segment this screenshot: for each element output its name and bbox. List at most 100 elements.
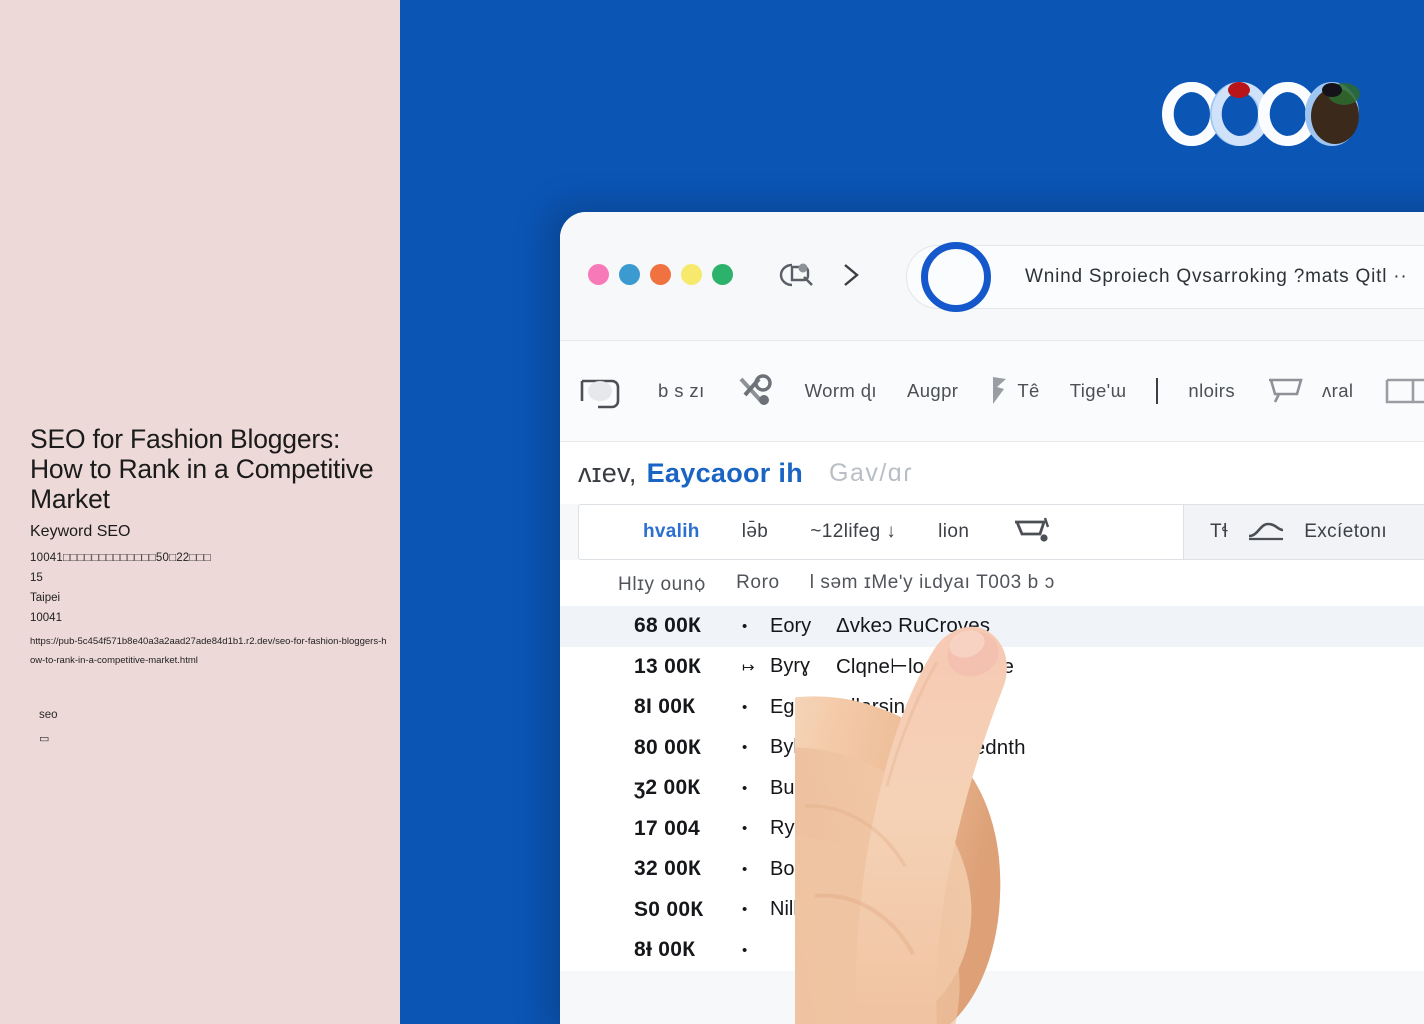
headline-suffix: Gav/ɑɾ xyxy=(829,458,914,487)
source-url[interactable]: https://pub-5c454f571b8e40a3a2aad27ade84… xyxy=(30,632,388,670)
column-header-1[interactable]: Roro xyxy=(736,572,780,594)
row-label: Cllarsinal LJeper xyxy=(836,695,991,719)
filter-tab-active[interactable]: hvalih xyxy=(643,521,700,543)
filter-tab-lion[interactable]: lion xyxy=(938,521,969,543)
trend-arrow-icon: • xyxy=(742,901,748,919)
browser-titlebar: Wnind Sproiech Qvsarroking ?mats Qitl ·· xyxy=(560,212,1424,341)
filter-right-text[interactable]: Excíetonı xyxy=(1304,521,1387,543)
table-row[interactable]: 13 00К ↦ Byrɣ Clqne⊢lo ptolynrke xyxy=(560,647,1424,688)
toolbar-item-nloirs[interactable]: nloirs xyxy=(1188,380,1235,402)
postal-code: 10041 xyxy=(30,612,62,624)
headline-prefix: ʌɪev, xyxy=(578,457,637,488)
filter-bar: hvalih lə̄b ~12lifeg ↓ lion Tɬ Excíetonı xyxy=(578,504,1424,560)
toolbar-item-panel[interactable] xyxy=(1383,374,1424,408)
scissors-icon xyxy=(735,373,775,409)
omnibox[interactable]: Wnind Sproiech Qvsarroking ?mats Qitl ·· xyxy=(906,242,1424,312)
address-line: 10041□□□□□□□□□□□□□50□22□□□ xyxy=(30,552,211,564)
column-header-0[interactable]: Hlɪy ounꟁ xyxy=(618,570,706,596)
table-row[interactable]: 68 00К • Eory Δvkeɔ RuCroves xyxy=(560,606,1424,647)
table-row[interactable]: 80 00К • Bylɣ Ponw□.Caurapednth xyxy=(560,728,1424,769)
panel-icon xyxy=(1383,374,1424,408)
toolbar-item-flag[interactable]: Tê xyxy=(988,374,1039,408)
toolbar-item-cart-label: ʌral xyxy=(1322,380,1354,401)
dot-pink-icon[interactable] xyxy=(588,264,609,285)
row-label: OhrepemsTurare xyxy=(836,897,993,921)
trend-arrow-icon: • xyxy=(742,820,748,838)
row-metric: 13 00К xyxy=(634,654,702,678)
column-header-2[interactable]: l səm ɪMeʹy iʟdyaı T003 b ɔ xyxy=(810,572,1055,594)
toolbar-item-cart[interactable]: ʌral xyxy=(1265,374,1353,408)
tag-label: seo xyxy=(39,709,58,721)
window-controls[interactable] xyxy=(588,264,733,285)
filter-right-label[interactable]: Tɬ xyxy=(1210,521,1228,543)
toolbar-item-flag-label: Tê xyxy=(1017,380,1040,401)
table-row[interactable]: ʒ2 00К • Bury Єhalfowigrosxn xyxy=(560,768,1424,809)
row-label: Ponw□.Caurapednth xyxy=(836,735,1026,759)
row-metric: 68 00К xyxy=(634,614,702,638)
page-title: SEO for Fashion Bloggers: How to Rank in… xyxy=(30,424,374,514)
table-row[interactable]: 17 004 • Rylɣ Ddlywo xyxy=(560,809,1424,850)
row-label: Δvkeɔ RuCroves xyxy=(836,614,991,638)
table-row[interactable]: 8Ɨ 00К • xyxy=(560,930,1424,971)
dot-yellow-icon[interactable] xyxy=(681,264,702,285)
row-label: Eowerave xyxy=(836,857,928,881)
trend-arrow-icon: • xyxy=(742,698,748,716)
trend-arrow-icon: • xyxy=(742,779,748,797)
toolbar-item-scissors[interactable] xyxy=(735,373,775,409)
browser-toolbar: b s zı Worm ɖı Augpr Tê Tige'ɯ nloirs ʌr… xyxy=(560,341,1424,442)
dot-orange-icon[interactable] xyxy=(650,264,671,285)
row-category: Rylɣ xyxy=(770,817,809,840)
browser-window: Wnind Sproiech Qvsarroking ?mats Qitl ··… xyxy=(560,212,1424,1024)
row-metric: 17 004 xyxy=(634,816,701,840)
row-metric: ʒ2 00К xyxy=(634,776,701,800)
trend-arrow-icon: • xyxy=(742,860,748,878)
row-label: Clqne⊢lo ptolynrke xyxy=(836,655,1015,679)
four-ring-logo-icon xyxy=(1162,82,1360,146)
trend-arrow-icon: • xyxy=(742,617,748,635)
tofu-glyph-icon: ▭ xyxy=(39,733,50,745)
back-bubble-icon[interactable] xyxy=(776,260,816,290)
address-number: 15 xyxy=(30,572,43,584)
table-row[interactable]: 32 00К • Bory Eowerave xyxy=(560,849,1424,890)
toolbar-item-worm[interactable]: Worm ɖı xyxy=(805,380,877,402)
column-headers: Hlɪy ounꟁ Roro l səm ɪMeʹy iʟdyaı T003 b… xyxy=(560,560,1424,606)
filter-dropdown-lifeg[interactable]: ~12lifeg ↓ xyxy=(810,521,896,543)
chevron-right-icon[interactable] xyxy=(838,260,864,290)
row-label: Ddlywo xyxy=(836,816,904,840)
toolbar-item-augpr[interactable]: Augpr xyxy=(907,380,958,402)
tag-outline-icon xyxy=(576,373,628,409)
blue-ring-icon xyxy=(921,242,991,312)
toolbar-item-tag[interactable] xyxy=(576,373,628,409)
flag-icon xyxy=(988,374,1010,408)
red-dot-icon xyxy=(1228,82,1250,98)
chevron-down-icon: ↓ xyxy=(886,521,897,542)
toolbar-item-bsz[interactable]: b s zı xyxy=(658,380,705,402)
row-category: Bory xyxy=(770,857,812,880)
row-category: Bury xyxy=(770,776,812,799)
toolbar-item-tige[interactable]: Tige'ɯ xyxy=(1070,380,1127,402)
row-metric: S0 00К xyxy=(634,897,704,921)
metadata-content: SEO for Fashion Bloggers: How to Rank in… xyxy=(30,424,390,746)
tag-block: seo ▭ xyxy=(39,708,390,746)
result-headline: ʌɪev, Eaycaoor ih Gav/ɑɾ xyxy=(560,442,1424,504)
row-category: Egry xyxy=(770,695,812,718)
table-row[interactable]: 8I 00К • Egry Cllarsinal LJeper xyxy=(560,687,1424,728)
toolbar-divider xyxy=(1156,378,1159,404)
omnibox-value[interactable]: Wnind Sproiech Qvsarroking ?mats Qitl ·· xyxy=(1025,266,1408,288)
row-category: Eory xyxy=(770,614,812,637)
filter-tab-leb[interactable]: lə̄b xyxy=(742,521,769,543)
dot-green-icon[interactable] xyxy=(712,264,733,285)
curve-icon xyxy=(1246,516,1286,548)
page-subtitle: Keyword SEO xyxy=(30,523,131,540)
trend-arrow-icon: ↦ xyxy=(742,658,755,676)
row-category: Bylɣ xyxy=(770,736,808,759)
headline-highlight[interactable]: Eaycaoor ih xyxy=(647,458,803,489)
trend-arrow-icon: • xyxy=(742,739,748,757)
cart-outline-icon xyxy=(1265,374,1315,408)
row-metric: 32 00К xyxy=(634,857,702,881)
metadata-panel: SEO for Fashion Bloggers: How to Rank in… xyxy=(0,0,400,1024)
table-row[interactable]: S0 00К • Nillʋ OhrepemsTurare xyxy=(560,890,1424,931)
cart-icon[interactable] xyxy=(1011,514,1057,550)
row-category: Byrɣ xyxy=(770,655,811,678)
dot-blue-icon[interactable] xyxy=(619,264,640,285)
